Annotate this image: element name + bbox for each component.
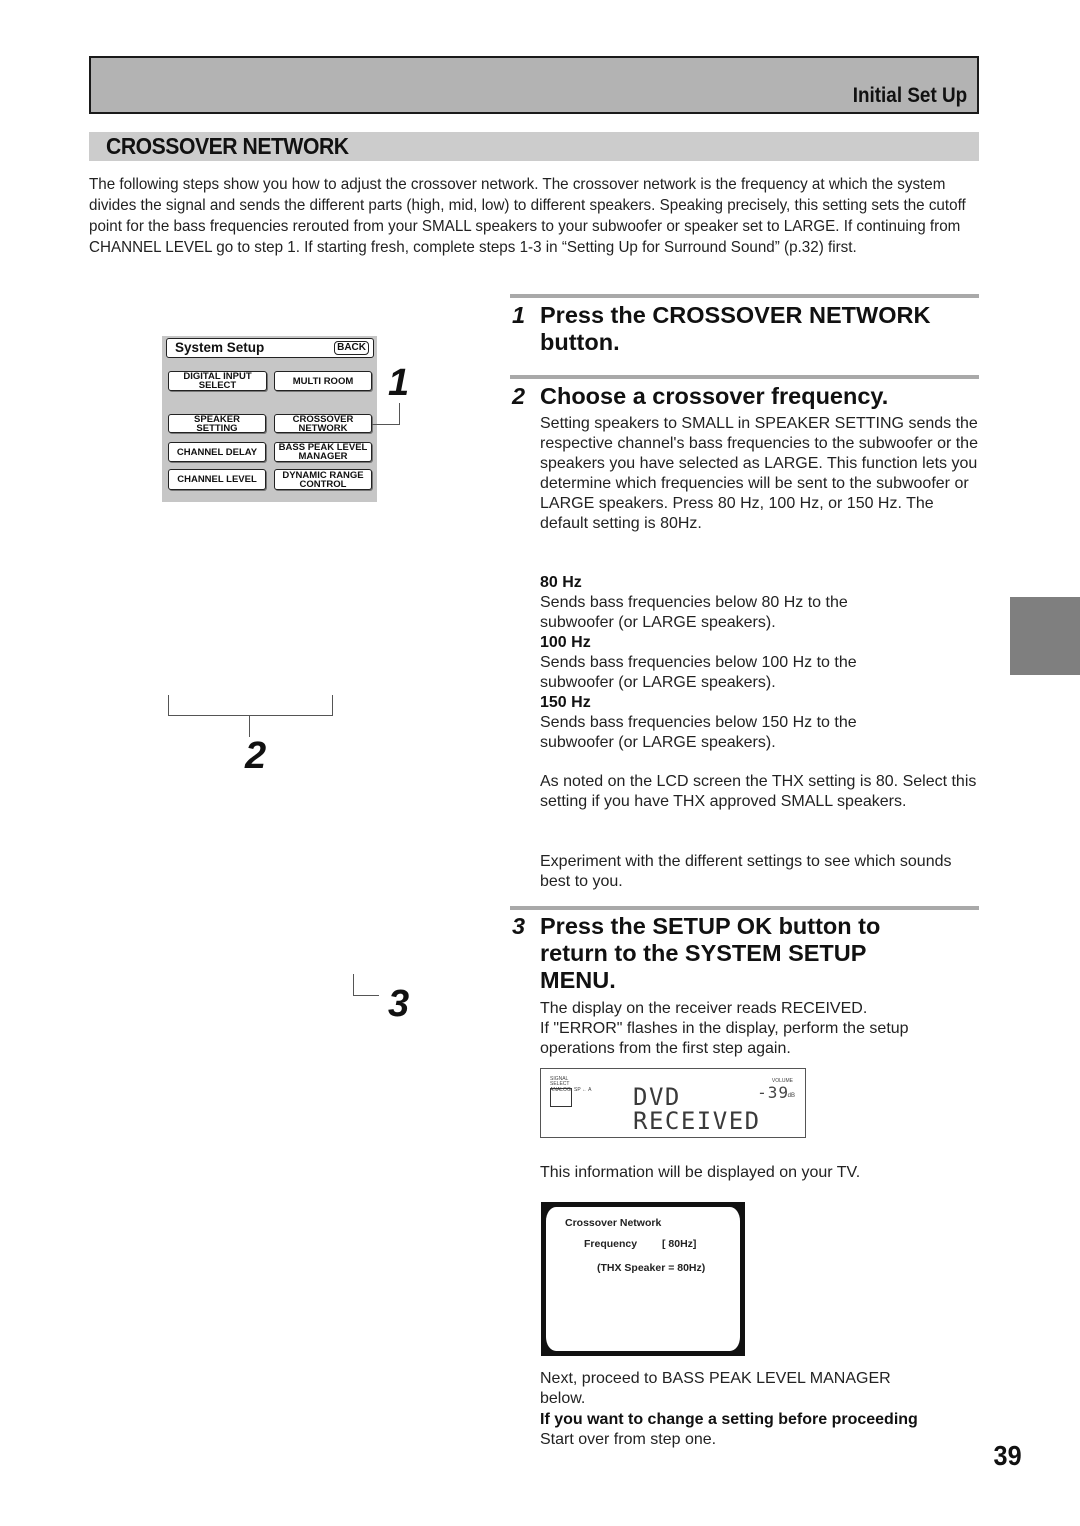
callout-line-1 xyxy=(399,403,400,425)
system-setup-title: System Setup xyxy=(175,340,265,355)
callout-bracket-2 xyxy=(249,715,250,737)
step-heading-text: Choose a crossover frequency. xyxy=(540,383,889,409)
multi-room-button[interactable]: MULTI ROOM xyxy=(274,371,372,391)
button-label: CHANNEL LEVEL xyxy=(177,474,257,485)
speaker-setting-button[interactable]: SPEAKER SETTING xyxy=(168,414,266,433)
frequency-label: Frequency xyxy=(584,1238,638,1250)
channel-level-button[interactable]: CHANNEL LEVEL xyxy=(168,469,266,490)
button-label: CHANNEL DELAY xyxy=(176,446,258,458)
option-label: 100 Hz xyxy=(540,634,591,651)
thx-speaker-note: (THX Speaker = 80Hz) xyxy=(597,1262,706,1274)
step-2-heading: 2 Choose a crossover frequency. xyxy=(512,383,982,410)
title-bar: CROSSOVER NETWORK xyxy=(89,132,979,161)
button-label: SETTING xyxy=(196,422,238,434)
digital-input-select-button[interactable]: DIGITAL INPUT SELECT xyxy=(168,371,267,391)
next-step-text: Next, proceed to BASS PEAK LEVEL MANAGER… xyxy=(540,1370,891,1407)
step-3-body-2: If "ERROR" flashes in the display, perfo… xyxy=(540,1020,909,1057)
step-3-body-1: The display on the receiver reads RECEIV… xyxy=(540,1000,868,1017)
callout-line-3 xyxy=(353,995,379,996)
step-3-heading: 3 Press the SETUP OK button to return to… xyxy=(512,913,932,994)
volume-value: -39 xyxy=(757,1083,789,1102)
button-label: NETWORK xyxy=(298,422,348,434)
step-number: 3 xyxy=(512,913,526,939)
button-label: SELECT xyxy=(198,380,237,391)
tv-screen-title: Crossover Network xyxy=(565,1217,662,1229)
volume-unit: dB xyxy=(787,1093,795,1099)
step-number: 1 xyxy=(512,302,526,328)
callout-number-1: 1 xyxy=(388,362,410,404)
option-desc: Sends bass frequencies below 150 Hz to t… xyxy=(540,714,857,751)
section-label: Initial Set Up xyxy=(852,84,967,107)
callout-line-1 xyxy=(372,424,400,425)
tv-caption: This information will be displayed on yo… xyxy=(540,1164,861,1181)
option-label: 80 Hz xyxy=(540,574,582,591)
button-label: MANAGER xyxy=(298,451,348,462)
intro-paragraph: The following steps show you how to adju… xyxy=(89,176,966,256)
channel-delay-button[interactable]: CHANNEL DELAY xyxy=(168,442,266,462)
step-divider xyxy=(510,906,979,910)
lcd-line-2: RECEIVED xyxy=(633,1107,761,1135)
step-2-body: Setting speakers to SMALL in SPEAKER SET… xyxy=(540,415,978,532)
step-divider xyxy=(510,375,979,379)
tv-screen: Crossover Network Frequency [ 80Hz] (THX… xyxy=(546,1207,740,1351)
lcd-line-1: DVD xyxy=(633,1083,681,1111)
step-divider xyxy=(510,294,979,298)
step-heading-text: Press the CROSSOVER NETWORK button. xyxy=(540,302,931,355)
step-1-heading: 1 Press the CROSSOVER NETWORK button. xyxy=(512,302,982,356)
frequency-value: [ 80Hz] xyxy=(662,1238,697,1250)
option-desc: Sends bass frequencies below 100 Hz to t… xyxy=(540,654,857,691)
button-label: CONTROL xyxy=(299,478,347,490)
section-banner: Initial Set Up xyxy=(89,56,979,114)
option-label: 150 Hz xyxy=(540,694,591,711)
signal-select-label: SIGNAL SELECT xyxy=(550,1076,570,1087)
system-setup-panel: System Setup BACK DIGITAL INPUT SELECT M… xyxy=(162,336,377,502)
thx-note: As noted on the LCD screen the THX setti… xyxy=(540,773,977,810)
change-setting-body: Start over from step one. xyxy=(540,1431,717,1448)
step-heading-text: Press the SETUP OK button to return to t… xyxy=(540,913,881,993)
option-desc: Sends bass frequencies below 80 Hz to th… xyxy=(540,594,848,631)
sp-label: SP ← A xyxy=(574,1087,592,1093)
callout-line-3 xyxy=(353,974,354,995)
back-button[interactable]: BACK xyxy=(334,341,369,355)
tv-screen-illustration: Crossover Network Frequency [ 80Hz] (THX… xyxy=(541,1202,745,1356)
bass-peak-level-manager-button[interactable]: BASS PEAK LEVEL MANAGER xyxy=(274,442,372,462)
button-label: MULTI ROOM xyxy=(292,375,354,387)
dynamic-range-control-button[interactable]: DYNAMIC RANGE CONTROL xyxy=(274,469,372,490)
callout-number-3: 3 xyxy=(388,983,410,1025)
change-setting-heading: If you want to change a setting before p… xyxy=(540,1411,918,1428)
experiment-note: Experiment with the different settings t… xyxy=(540,853,952,890)
system-setup-header: System Setup BACK xyxy=(166,338,374,358)
page-number: 39 xyxy=(993,1440,1022,1471)
step-number: 2 xyxy=(512,383,526,409)
callout-bracket-2 xyxy=(168,695,169,716)
crossover-network-button[interactable]: CROSSOVER NETWORK xyxy=(274,414,372,433)
frequency-options: 80 Hz Sends bass frequencies below 80 Hz… xyxy=(540,573,960,753)
callout-bracket-2 xyxy=(332,695,333,716)
page-title: CROSSOVER NETWORK xyxy=(106,133,349,159)
analog-label: ANALOG xyxy=(550,1087,571,1093)
callout-bracket-2 xyxy=(168,715,333,716)
callout-number-2: 2 xyxy=(245,735,267,777)
chapter-side-tab xyxy=(1010,597,1080,675)
receiver-lcd-display: SIGNAL SELECT ANALOG SP ← A VOLUME -39 d… xyxy=(540,1068,806,1138)
